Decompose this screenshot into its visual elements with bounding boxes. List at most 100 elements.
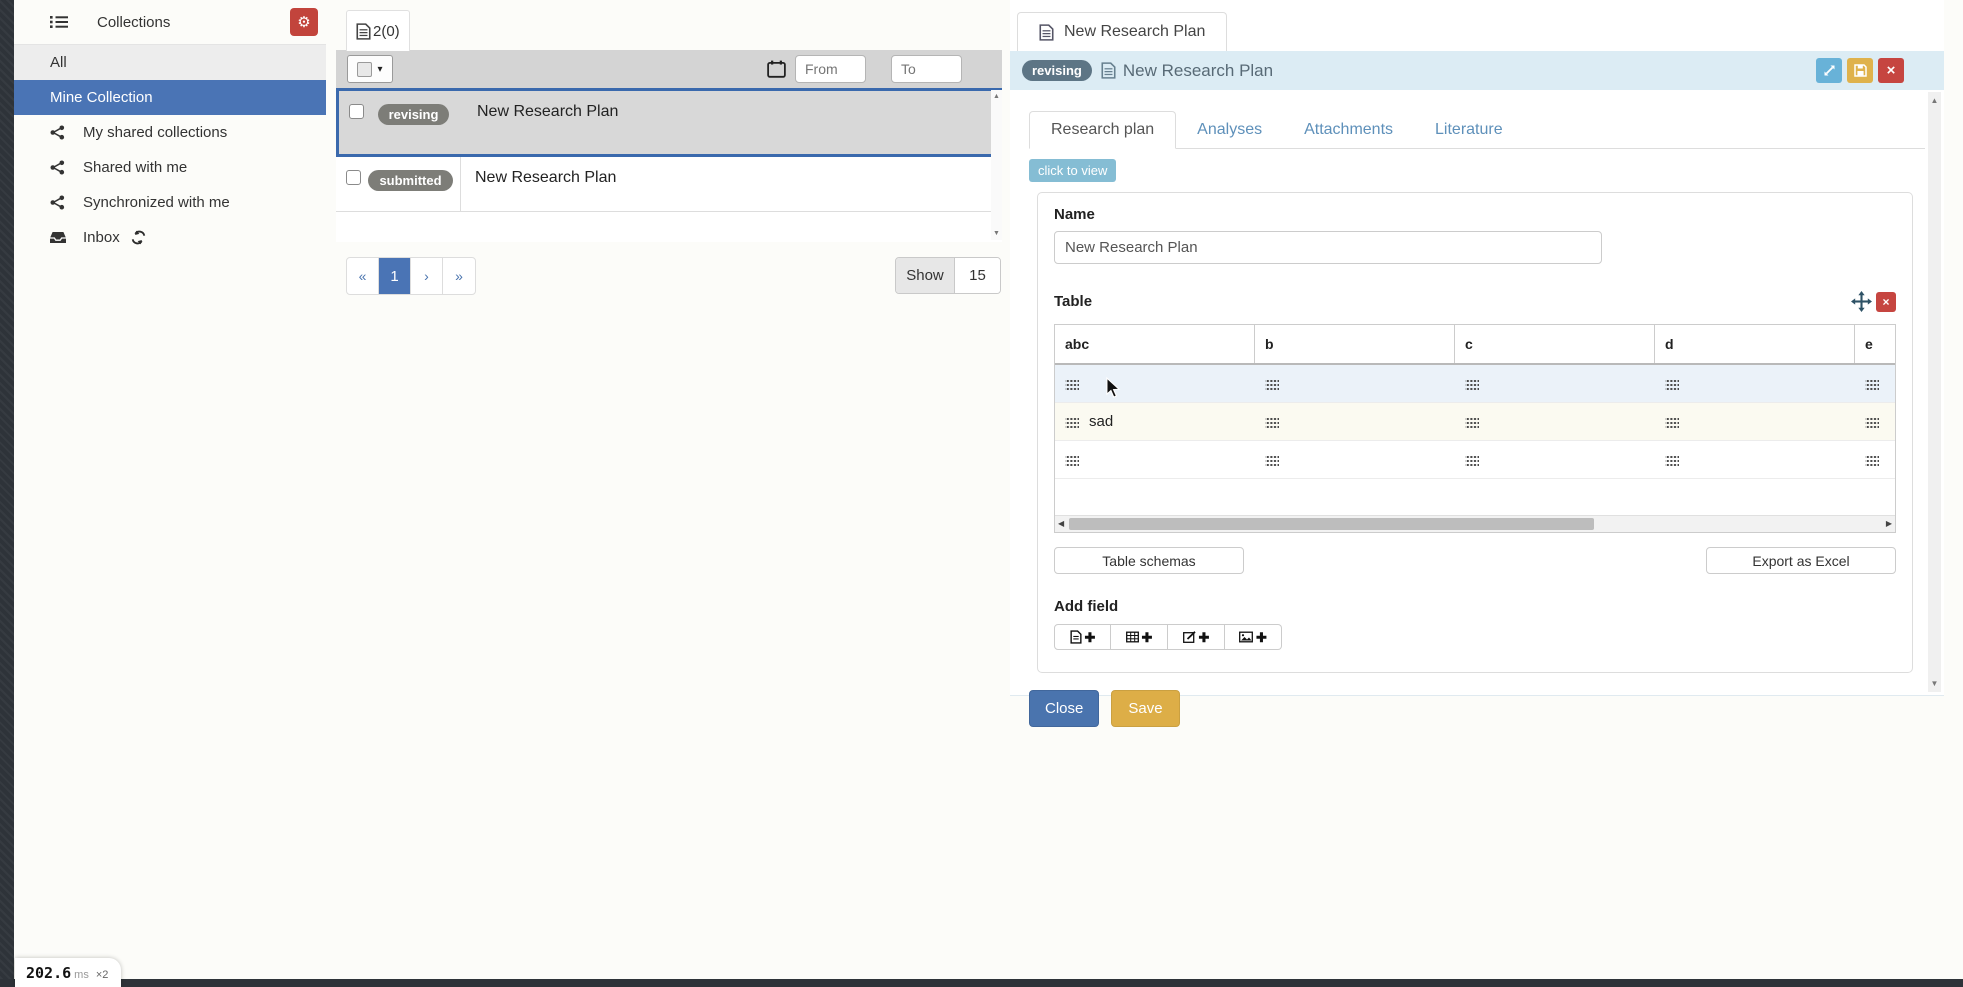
pagination: « 1 › » (346, 257, 476, 295)
drag-handle-icon[interactable] (1865, 378, 1879, 390)
pagination-page-1[interactable]: 1 (379, 258, 411, 294)
close-icon: × (1887, 62, 1896, 79)
scroll-left-icon[interactable]: ◀ (1058, 520, 1064, 528)
table-horizontal-scrollbar[interactable]: ◀ ▶ (1055, 515, 1895, 532)
column-header[interactable]: e (1855, 325, 1895, 363)
add-text-field-button[interactable]: ✚ (1054, 624, 1111, 650)
sidebar-item-my-shared-collections[interactable]: My shared collections (14, 115, 326, 150)
sidebar-item-label: All (50, 54, 67, 71)
move-icon[interactable] (1851, 291, 1872, 312)
export-excel-button[interactable]: Export as Excel (1706, 547, 1896, 574)
add-edit-field-button[interactable]: ✚ (1168, 624, 1225, 650)
sidebar-item-synchronized-with-me[interactable]: Synchronized with me (14, 185, 326, 220)
detail-panel: New Research Plan revising New Research … (1010, 0, 1944, 696)
select-all-dropdown[interactable]: ▾ (347, 55, 393, 83)
scroll-up-icon[interactable]: ▲ (993, 93, 1000, 100)
drag-handle-icon[interactable] (1065, 454, 1079, 466)
scrollbar-thumb[interactable] (1069, 518, 1594, 530)
date-from-input[interactable] (795, 55, 866, 83)
table-row[interactable] (1055, 441, 1895, 479)
detail-scrollbar[interactable]: ▲ ▼ (1928, 92, 1941, 692)
table-schemas-button[interactable]: Table schemas (1054, 547, 1244, 574)
document-icon (1101, 62, 1116, 79)
drag-handle-icon[interactable] (1265, 454, 1279, 466)
document-icon (1039, 24, 1054, 41)
tab-attachments[interactable]: Attachments (1283, 111, 1414, 148)
drag-handle-icon[interactable] (1665, 454, 1679, 466)
sidebar-item-all[interactable]: All (14, 45, 326, 80)
drag-handle-icon[interactable] (1465, 454, 1479, 466)
edit-icon (1183, 631, 1196, 643)
drag-handle-icon[interactable] (1465, 416, 1479, 428)
status-badge: submitted (368, 170, 452, 191)
tab-analyses[interactable]: Analyses (1176, 111, 1283, 148)
close-button[interactable]: Close (1029, 690, 1099, 727)
detail-header: revising New Research Plan × (1010, 51, 1944, 90)
pagination-next-button[interactable]: › (411, 258, 443, 294)
profiler-badge[interactable]: 202.6 ms ×2 (15, 958, 121, 987)
refresh-icon[interactable] (131, 230, 146, 245)
expand-button[interactable] (1816, 58, 1842, 83)
list-tab-label: 2(0) (373, 23, 400, 40)
scroll-right-icon[interactable]: ▶ (1886, 520, 1892, 528)
pagination-last-button[interactable]: » (443, 258, 475, 294)
table-row[interactable] (1055, 365, 1895, 403)
list-item-research-plan-1[interactable]: revising New Research Plan (336, 88, 1002, 157)
drag-handle-icon[interactable] (1665, 416, 1679, 428)
click-to-view-badge[interactable]: click to view (1029, 159, 1116, 182)
tab-literature[interactable]: Literature (1414, 111, 1524, 148)
scroll-down-icon[interactable]: ▼ (1931, 679, 1939, 688)
list-item-research-plan-2[interactable]: submitted New Research Plan (336, 157, 1002, 212)
drag-handle-icon[interactable] (1865, 454, 1879, 466)
column-header[interactable]: c (1455, 325, 1655, 363)
drag-handle-icon[interactable] (1265, 416, 1279, 428)
list-tab[interactable]: 2(0) (346, 10, 410, 51)
sidebar-item-label: Shared with me (83, 159, 187, 176)
table-row[interactable]: sad (1055, 403, 1895, 441)
save-button[interactable]: Save (1111, 690, 1179, 727)
research-plan-form: Name Table × abc b c d (1037, 192, 1913, 673)
drag-handle-icon[interactable] (1065, 416, 1079, 428)
close-icon: × (1882, 295, 1889, 309)
plus-icon: ✚ (1199, 631, 1210, 644)
list-scrollbar[interactable]: ▲ ▼ (991, 90, 1002, 240)
date-to-input[interactable] (891, 55, 962, 83)
item-checkbox[interactable] (349, 104, 364, 119)
collections-settings-button[interactable]: ⚙ (290, 8, 318, 36)
drag-handle-icon[interactable] (1665, 378, 1679, 390)
select-all-checkbox[interactable] (357, 62, 372, 77)
add-field-buttons: ✚ ✚ ✚ ✚ (1054, 624, 1896, 650)
cell-value[interactable]: sad (1089, 413, 1113, 430)
remove-table-button[interactable]: × (1876, 292, 1896, 312)
tab-research-plan[interactable]: Research plan (1029, 111, 1176, 149)
research-plan-list: ▾ revising New Research Plan submitted N… (336, 50, 1002, 242)
item-checkbox[interactable] (346, 170, 361, 185)
scroll-down-icon[interactable]: ▼ (993, 230, 1000, 237)
detail-tab[interactable]: New Research Plan (1017, 12, 1227, 51)
add-image-field-button[interactable]: ✚ (1225, 624, 1282, 650)
sidebar-item-inbox[interactable]: Inbox (14, 220, 326, 255)
add-table-field-button[interactable]: ✚ (1111, 624, 1168, 650)
share-icon (50, 125, 66, 140)
column-header[interactable]: abc (1055, 325, 1255, 363)
page-size-value[interactable]: 15 (955, 258, 1000, 293)
show-button[interactable]: Show (896, 258, 955, 293)
drag-handle-icon[interactable] (1465, 378, 1479, 390)
page-size-control: Show 15 (895, 257, 1001, 294)
sidebar-item-mine-collection[interactable]: Mine Collection (14, 80, 326, 115)
profiler-count: ×2 (96, 969, 109, 981)
image-icon (1239, 631, 1253, 643)
save-icon-button[interactable] (1847, 58, 1873, 83)
name-input[interactable] (1054, 231, 1602, 264)
sidebar-item-shared-with-me[interactable]: Shared with me (14, 150, 326, 185)
drag-handle-icon[interactable] (1065, 378, 1079, 390)
column-header[interactable]: b (1255, 325, 1455, 363)
add-field-label: Add field (1054, 598, 1896, 615)
pagination-first-button[interactable]: « (347, 258, 379, 294)
scroll-up-icon[interactable]: ▲ (1931, 96, 1939, 105)
drag-handle-icon[interactable] (1865, 416, 1879, 428)
detail-tab-label: New Research Plan (1064, 23, 1205, 41)
drag-handle-icon[interactable] (1265, 378, 1279, 390)
close-panel-button[interactable]: × (1878, 58, 1904, 83)
column-header[interactable]: d (1655, 325, 1855, 363)
